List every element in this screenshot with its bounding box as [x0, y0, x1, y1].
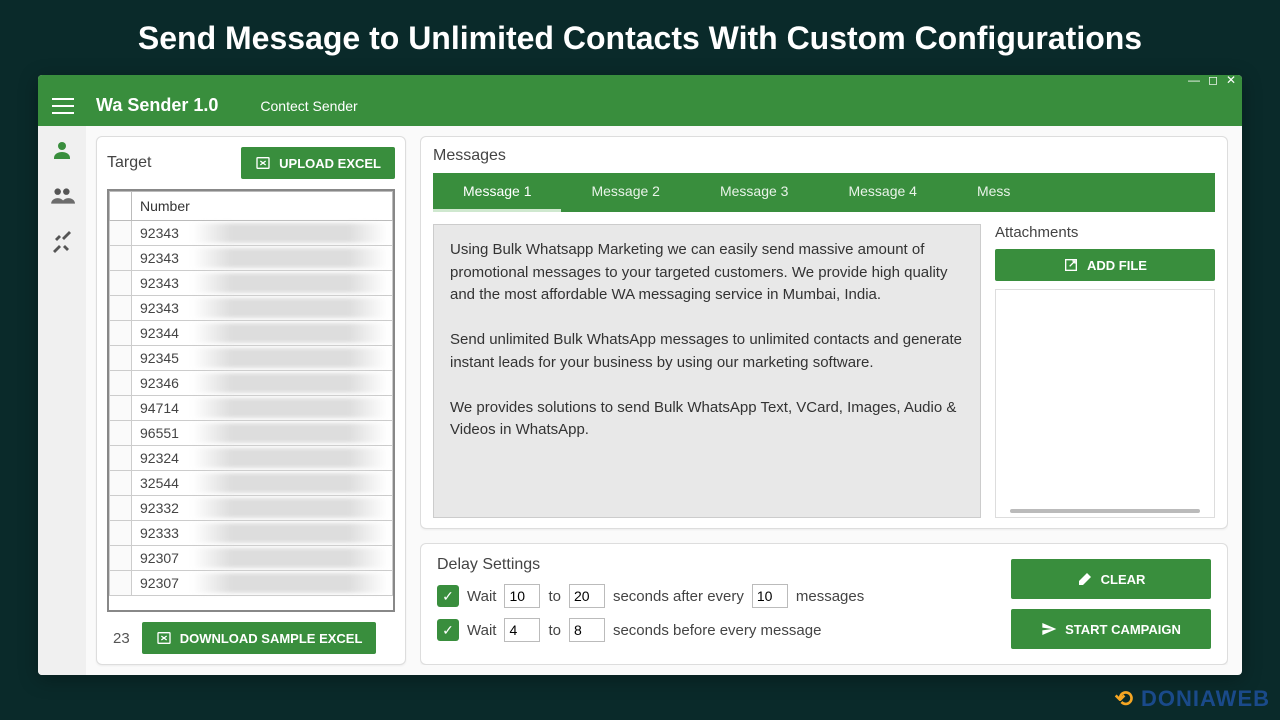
table-row[interactable]: 92307	[110, 571, 393, 596]
target-title: Target	[107, 154, 151, 172]
table-row[interactable]: 92344	[110, 321, 393, 346]
delay2-max-input[interactable]	[569, 618, 605, 642]
delay2-min-input[interactable]	[504, 618, 540, 642]
message-tabs: Message 1Message 2Message 3Message 4Mess	[433, 173, 1215, 212]
delay-row-2: ✓ Wait to seconds before every message	[437, 618, 991, 642]
menu-icon[interactable]	[52, 98, 74, 114]
delay-title: Delay Settings	[437, 556, 991, 574]
app-header: Wa Sender 1.0 Contect Sender	[38, 85, 1242, 126]
tab-message-3[interactable]: Message 3	[690, 173, 818, 212]
watermark: ⟲ DONIAWEB	[1114, 686, 1270, 712]
tab-message-2[interactable]: Message 2	[561, 173, 689, 212]
table-row[interactable]: 92343	[110, 271, 393, 296]
start-label: START CAMPAIGN	[1065, 622, 1181, 637]
upload-excel-label: UPLOAD EXCEL	[279, 156, 381, 171]
open-icon	[1063, 257, 1079, 273]
table-row[interactable]: 92345	[110, 346, 393, 371]
column-header-number: Number	[132, 192, 393, 221]
label: seconds after every	[613, 588, 744, 605]
table-row[interactable]: 92346	[110, 371, 393, 396]
table-row[interactable]: 92324	[110, 446, 393, 471]
tab-message-4[interactable]: Message 4	[818, 173, 946, 212]
label: Wait	[467, 622, 496, 639]
checkbox-delay-2[interactable]: ✓	[437, 619, 459, 641]
delay1-min-input[interactable]	[504, 584, 540, 608]
row-count: 23	[107, 630, 130, 647]
tab-message-1[interactable]: Message 1	[433, 173, 561, 212]
start-campaign-button[interactable]: START CAMPAIGN	[1011, 609, 1211, 649]
delay1-max-input[interactable]	[569, 584, 605, 608]
table-row[interactable]: 92332	[110, 496, 393, 521]
app-title: Wa Sender 1.0	[96, 95, 218, 116]
table-row[interactable]: 92343	[110, 221, 393, 246]
label: Wait	[467, 588, 496, 605]
sidebar-item-groups[interactable]	[48, 182, 76, 210]
download-sample-label: DOWNLOAD SAMPLE EXCEL	[180, 631, 363, 646]
number-table: Number 923439234392343923439234492345923…	[109, 191, 393, 596]
table-row[interactable]: 92343	[110, 246, 393, 271]
hero-title: Send Message to Unlimited Contacts With …	[0, 0, 1280, 75]
messages-panel: Messages Message 1Message 2Message 3Mess…	[420, 136, 1228, 529]
checkbox-delay-1[interactable]: ✓	[437, 585, 459, 607]
window-titlebar: — ◻ ✕	[38, 75, 1242, 85]
delay-row-1: ✓ Wait to seconds after every messages	[437, 584, 991, 608]
label: seconds before every message	[613, 622, 821, 639]
clear-button[interactable]: CLEAR	[1011, 559, 1211, 599]
page-subtitle: Contect Sender	[260, 98, 357, 114]
attachments-column: Attachments ADD FILE	[995, 224, 1215, 518]
label: messages	[796, 588, 864, 605]
add-file-label: ADD FILE	[1087, 258, 1147, 273]
sidebar-item-tools[interactable]	[48, 228, 76, 256]
messages-title: Messages	[433, 147, 1215, 165]
excel-icon	[255, 155, 271, 171]
excel-icon	[156, 630, 172, 646]
person-icon	[50, 138, 74, 162]
upload-excel-button[interactable]: UPLOAD EXCEL	[241, 147, 395, 179]
group-icon	[49, 183, 75, 209]
app-window: — ◻ ✕ Wa Sender 1.0 Contect Sender Targe…	[38, 75, 1242, 675]
table-row[interactable]: 92333	[110, 521, 393, 546]
attachments-title: Attachments	[995, 224, 1215, 241]
table-row[interactable]: 92307	[110, 546, 393, 571]
delay-panel: Delay Settings ✓ Wait to seconds after e…	[420, 543, 1228, 665]
clear-label: CLEAR	[1101, 572, 1146, 587]
delay1-count-input[interactable]	[752, 584, 788, 608]
label: to	[548, 588, 561, 605]
table-row[interactable]: 96551	[110, 421, 393, 446]
tools-icon	[50, 230, 74, 254]
attachment-list[interactable]	[995, 289, 1215, 518]
download-sample-button[interactable]: DOWNLOAD SAMPLE EXCEL	[142, 622, 377, 654]
table-row[interactable]: 94714	[110, 396, 393, 421]
sidebar	[38, 126, 86, 675]
sidebar-item-contact[interactable]	[48, 136, 76, 164]
label: to	[548, 622, 561, 639]
tab-message-5[interactable]: Mess	[947, 173, 1040, 212]
message-textarea[interactable]: Using Bulk Whatsapp Marketing we can eas…	[433, 224, 981, 518]
add-file-button[interactable]: ADD FILE	[995, 249, 1215, 281]
number-table-wrap[interactable]: Number 923439234392343923439234492345923…	[107, 189, 395, 612]
eraser-icon	[1077, 571, 1093, 587]
table-row[interactable]: 32544	[110, 471, 393, 496]
target-panel: Target UPLOAD EXCEL Number 9234392343923…	[96, 136, 406, 665]
send-icon	[1041, 621, 1057, 637]
table-row[interactable]: 92343	[110, 296, 393, 321]
